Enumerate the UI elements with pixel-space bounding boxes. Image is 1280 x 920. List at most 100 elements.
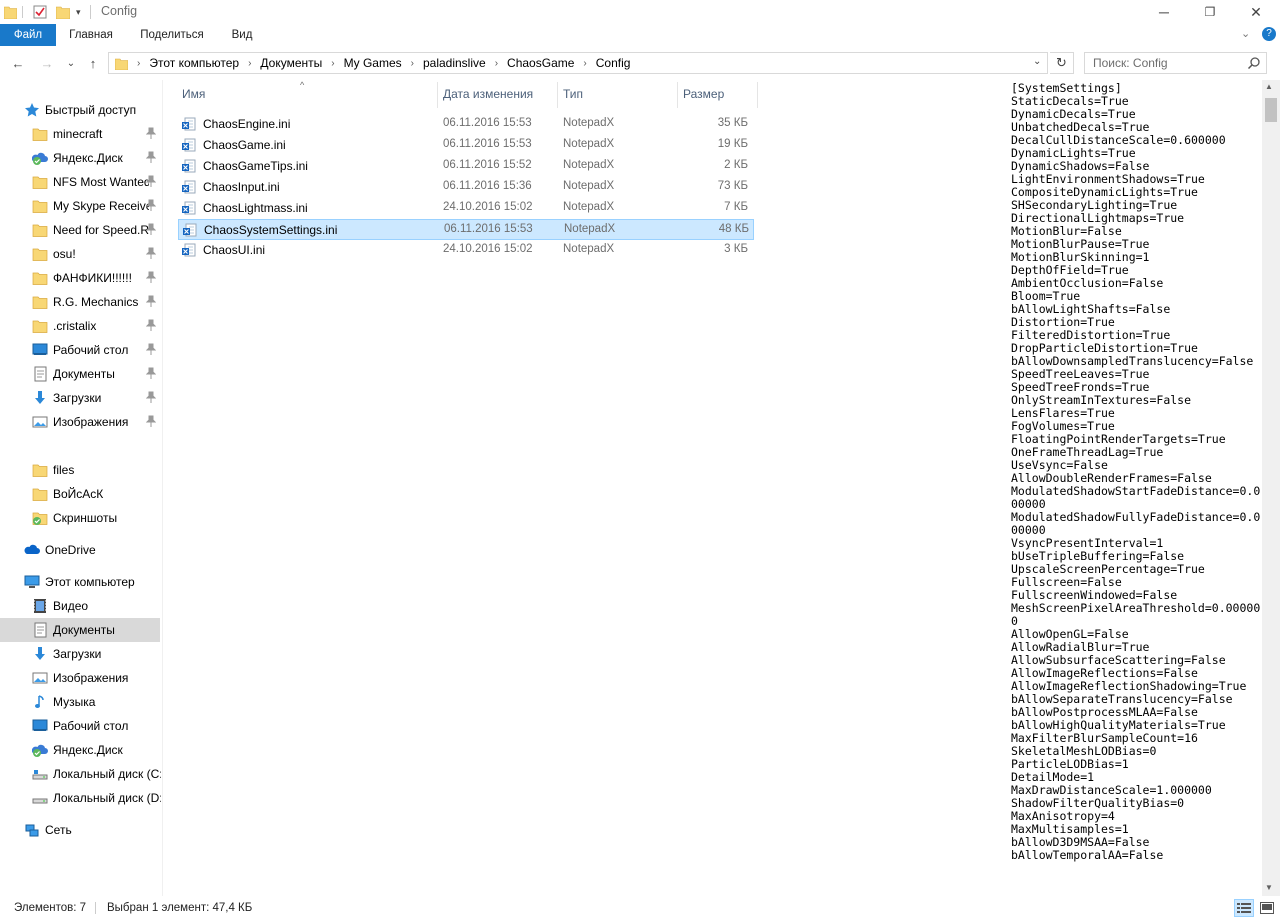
refresh-button[interactable]: ↻ xyxy=(1050,52,1074,74)
pin-icon[interactable] xyxy=(145,151,157,163)
file-row[interactable]: ChaosUI.ini 24.10.2016 15:02 NotepadX 3 КБ xyxy=(178,240,754,261)
breadcrumb-this-pc[interactable]: Этот компьютер xyxy=(149,56,239,70)
yandex-disk-icon xyxy=(31,150,48,166)
nav-label: Музыка xyxy=(53,695,96,709)
recent-locations-button[interactable]: ⌄ xyxy=(62,54,80,72)
pin-icon[interactable] xyxy=(145,295,157,307)
file-row[interactable]: ChaosSystemSettings.ini 06.11.2016 15:53 N… xyxy=(178,219,754,240)
back-button[interactable]: ← xyxy=(9,54,27,72)
forward-button[interactable]: → xyxy=(38,54,56,72)
tab-file[interactable]: Файл xyxy=(0,24,56,46)
address-bar[interactable]: › Этот компьютер › Документы › My Games … xyxy=(108,52,1048,74)
nav-item-локальный-диск-c[interactable]: Локальный диск (C:) xyxy=(0,762,161,786)
pin-icon[interactable] xyxy=(145,223,157,235)
nav-item-рабочий-стол[interactable]: Рабочий стол xyxy=(0,338,160,362)
file-row[interactable]: ChaosGame.ini 06.11.2016 15:53 NotepadX 19 … xyxy=(178,135,754,156)
nav-item-cristalix[interactable]: .cristalix xyxy=(0,314,160,338)
pin-icon[interactable] xyxy=(145,319,157,331)
pin-icon[interactable] xyxy=(145,271,157,283)
scroll-up-icon[interactable]: ▲ xyxy=(1265,82,1273,91)
file-row[interactable]: ChaosInput.ini 06.11.2016 15:36 NotepadX 73… xyxy=(178,177,754,198)
nav-item-скриншоты[interactable]: Скриншоты xyxy=(0,506,160,530)
nav-item-рабочий-стол[interactable]: Рабочий стол xyxy=(0,714,160,738)
file-row[interactable]: ChaosGameTips.ini 06.11.2016 15:52 Notepad… xyxy=(178,156,754,177)
details-view-button[interactable] xyxy=(1234,899,1254,917)
customize-toolbar-icon[interactable]: ▾ xyxy=(76,4,81,20)
nav-network[interactable]: Сеть xyxy=(0,818,160,842)
music-icon xyxy=(32,694,48,710)
tab-home[interactable]: Главная xyxy=(60,24,122,46)
minimize-button[interactable]: ─ xyxy=(1141,0,1187,24)
properties-icon[interactable] xyxy=(33,4,47,20)
close-button[interactable]: ✕ xyxy=(1233,0,1279,24)
nav-item-minecraft[interactable]: minecraft xyxy=(0,122,160,146)
nav-label: Этот компьютер xyxy=(45,575,135,589)
nav-item-видео[interactable]: Видео xyxy=(0,594,160,618)
new-folder-icon[interactable] xyxy=(56,4,70,20)
nav-quick-access[interactable]: Быстрый доступ xyxy=(0,98,160,122)
tab-view[interactable]: Вид xyxy=(222,24,262,46)
nav-item-войсаск[interactable]: ВоЙсАсК xyxy=(0,482,160,506)
pin-icon[interactable] xyxy=(145,343,157,355)
nav-item-загрузки[interactable]: Загрузки xyxy=(0,386,160,410)
breadcrumb-separator[interactable]: › xyxy=(248,58,251,69)
yandex-disk-icon xyxy=(31,742,48,758)
pin-icon[interactable] xyxy=(145,199,157,211)
nav-item-загрузки[interactable]: Загрузки xyxy=(0,642,160,666)
scroll-down-icon[interactable]: ▼ xyxy=(1265,883,1273,892)
large-icons-view-button[interactable] xyxy=(1257,899,1277,917)
nav-item-nfs-most-wanted[interactable]: NFS Most Wanted xyxy=(0,170,160,194)
nav-item-изображения[interactable]: Изображения xyxy=(0,666,160,690)
nav-onedrive[interactable]: OneDrive xyxy=(0,538,160,562)
column-header-size[interactable]: Размер xyxy=(673,80,753,108)
file-list: ^ Имя Дата изменения Тип Размер ChaosEng… xyxy=(172,80,1002,896)
nav-item-локальный-диск-d[interactable]: Локальный диск (D:) xyxy=(0,786,161,810)
pin-icon[interactable] xyxy=(145,127,157,139)
preview-scroll-thumb[interactable] xyxy=(1265,98,1277,122)
address-history-chevron-icon[interactable]: ⌄ xyxy=(1033,56,1041,67)
nav-item-files[interactable]: files xyxy=(0,458,160,482)
expand-ribbon-icon[interactable]: ⌄ xyxy=(1241,27,1250,40)
nav-item-my-skype-received[interactable]: My Skype Received xyxy=(0,194,160,218)
pin-icon[interactable] xyxy=(145,247,157,259)
desktop-icon xyxy=(32,718,48,734)
column-header-date[interactable]: Дата изменения xyxy=(433,80,553,108)
nav-item-документы[interactable]: Документы xyxy=(0,362,160,386)
video-icon xyxy=(32,598,48,614)
breadcrumb-chaosgame[interactable]: ChaosGame xyxy=(507,56,574,70)
nav-item-музыка[interactable]: Музыка xyxy=(0,690,160,714)
search-input[interactable]: Поиск: Config xyxy=(1084,52,1267,74)
pin-icon[interactable] xyxy=(145,415,157,427)
file-row[interactable]: ChaosEngine.ini 06.11.2016 15:53 NotepadX 3… xyxy=(178,114,754,135)
nav-item-документы[interactable]: Документы xyxy=(0,618,160,642)
nav-item-osu[interactable]: osu! xyxy=(0,242,160,266)
breadcrumb-paladinslive[interactable]: paladinslive xyxy=(423,56,486,70)
tab-share[interactable]: Поделиться xyxy=(130,24,214,46)
breadcrumb-separator[interactable]: › xyxy=(137,58,140,69)
up-button[interactable]: ↑ xyxy=(84,54,102,72)
breadcrumb-documents[interactable]: Документы xyxy=(260,56,322,70)
navigation-pane-divider[interactable] xyxy=(162,80,163,896)
breadcrumb-separator[interactable]: › xyxy=(495,58,498,69)
pin-icon[interactable] xyxy=(145,175,157,187)
breadcrumb-separator[interactable]: › xyxy=(331,58,334,69)
nav-item-яндекс-диск[interactable]: Яндекс.Диск xyxy=(0,738,160,762)
preview-scrollbar[interactable] xyxy=(1262,80,1280,896)
maximize-button[interactable]: ❐ xyxy=(1187,0,1233,24)
nav-item-r-g-mechanics[interactable]: R.G. Mechanics xyxy=(0,290,160,314)
breadcrumb-separator[interactable]: › xyxy=(583,58,586,69)
nav-item-фанфики[interactable]: ФАНФИКИ!!!!!! xyxy=(0,266,160,290)
nav-this-pc[interactable]: Этот компьютер xyxy=(0,570,160,594)
file-row[interactable]: ChaosLightmass.ini 24.10.2016 15:02 Notepa… xyxy=(178,198,754,219)
help-icon[interactable]: ? xyxy=(1262,27,1276,41)
pin-icon[interactable] xyxy=(145,391,157,403)
nav-item-яндекс-диск[interactable]: Яндекс.Диск xyxy=(0,146,160,170)
nav-item-need-for-speed-rivals[interactable]: Need for Speed.Rivals xyxy=(0,218,160,242)
breadcrumb-config[interactable]: Config xyxy=(596,56,631,70)
nav-item-изображения[interactable]: Изображения xyxy=(0,410,160,434)
breadcrumb-my-games[interactable]: My Games xyxy=(344,56,402,70)
column-header-name[interactable]: Имя xyxy=(172,80,437,108)
pin-icon[interactable] xyxy=(145,367,157,379)
breadcrumb-separator[interactable]: › xyxy=(411,58,414,69)
column-header-type[interactable]: Тип xyxy=(553,80,673,108)
